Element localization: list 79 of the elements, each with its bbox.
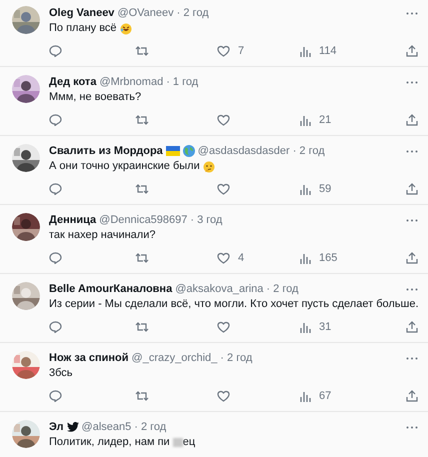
more-icon[interactable] <box>406 218 418 222</box>
user-handle[interactable]: @OVaneev <box>117 7 174 19</box>
heart-icon[interactable] <box>217 45 230 57</box>
user-name[interactable]: Oleg Vaneev <box>49 7 114 19</box>
view-count: 165 <box>319 252 338 264</box>
share-icon[interactable] <box>406 390 418 402</box>
reply-text: Политик, лидер, нам пи <box>49 435 170 450</box>
user-name[interactable]: Денница <box>49 214 96 226</box>
heart-icon[interactable] <box>217 252 230 264</box>
laughing-emoji-icon <box>120 22 132 34</box>
views-icon[interactable] <box>300 114 311 126</box>
view-count: 114 <box>319 45 337 57</box>
view-count: 67 <box>319 390 332 402</box>
retweet-icon[interactable] <box>135 114 149 126</box>
reply-text: А они точно украинские были <box>49 159 200 174</box>
reply-text: 3бсь <box>49 366 73 381</box>
user-handle[interactable]: @alsean5 <box>82 421 132 433</box>
user-name[interactable]: Свалить из Мордора <box>49 145 163 157</box>
post-time[interactable]: · 2 год <box>292 145 325 157</box>
user-handle[interactable]: @Mrbnomad <box>99 76 164 88</box>
user-name[interactable]: Дед кота <box>49 76 96 88</box>
reply-text: Из серии - Мы сделали всё, что могли. Кто хочет пусть сделает больше. <box>49 297 419 312</box>
retweet-icon[interactable] <box>135 252 149 264</box>
reply-icon[interactable] <box>49 321 62 333</box>
flag-icon <box>166 146 180 156</box>
retweet-icon[interactable] <box>135 183 149 195</box>
share-icon[interactable] <box>406 45 418 57</box>
thinking-emoji-icon <box>202 160 215 172</box>
heart-icon[interactable] <box>217 321 230 333</box>
like-count: 4 <box>238 252 244 264</box>
views-icon[interactable] <box>300 184 311 194</box>
globe-icon <box>182 145 195 157</box>
share-icon[interactable] <box>406 183 418 195</box>
views-icon[interactable] <box>300 322 311 332</box>
like-count: 7 <box>238 45 244 57</box>
post-time[interactable]: · 2 год <box>176 7 209 19</box>
more-icon[interactable] <box>406 150 418 152</box>
share-icon[interactable] <box>406 321 418 333</box>
views-icon[interactable] <box>300 46 311 56</box>
share-icon[interactable] <box>406 252 418 264</box>
user-handle[interactable]: @asdasdasdasder <box>198 145 290 157</box>
reply-icon[interactable] <box>49 183 62 195</box>
user-handle[interactable]: @aksakova_arina <box>175 283 264 295</box>
heart-icon[interactable] <box>217 183 230 195</box>
reply-icon[interactable] <box>49 45 62 57</box>
more-icon[interactable] <box>406 356 418 360</box>
retweet-icon[interactable] <box>135 321 149 333</box>
heart-icon[interactable] <box>217 390 230 402</box>
user-handle[interactable]: @_crazy_orchid_ <box>132 352 218 364</box>
heart-icon[interactable] <box>217 114 230 126</box>
user-name[interactable]: Нож за спиной <box>49 352 129 364</box>
retweet-icon[interactable] <box>135 45 149 57</box>
view-count: 59 <box>319 183 332 195</box>
more-icon[interactable] <box>406 288 418 290</box>
post-time[interactable]: · 2 год <box>134 421 166 433</box>
more-icon[interactable] <box>406 12 418 14</box>
post-time[interactable]: · 3 год <box>190 214 222 226</box>
reply-text: По плану всё <box>49 21 117 36</box>
reply-icon[interactable] <box>49 390 62 402</box>
views-icon[interactable] <box>300 252 311 264</box>
more-icon[interactable] <box>406 80 418 84</box>
reply-icon[interactable] <box>49 114 62 126</box>
view-count: 21 <box>319 114 332 126</box>
bird-icon <box>66 422 79 432</box>
reply-icon[interactable] <box>49 252 62 264</box>
post-time[interactable]: · 2 год <box>220 352 252 364</box>
user-name[interactable]: Эл <box>49 421 64 433</box>
views-icon[interactable] <box>300 390 311 402</box>
share-icon[interactable] <box>406 114 418 126</box>
user-name[interactable]: Belle AmourКаналовна <box>49 283 172 295</box>
more-icon[interactable] <box>406 426 418 428</box>
retweet-icon[interactable] <box>135 390 149 402</box>
view-count: 31 <box>319 321 332 333</box>
reply-text: Ммм, не воевать? <box>49 90 142 105</box>
reply-text: так нахер начинали? <box>49 228 156 243</box>
post-time[interactable]: · 1 год <box>166 76 198 88</box>
reply-text: ец <box>182 435 196 450</box>
post-time[interactable]: · 2 год <box>266 283 298 295</box>
user-handle[interactable]: @Dennica598697 <box>99 214 188 226</box>
